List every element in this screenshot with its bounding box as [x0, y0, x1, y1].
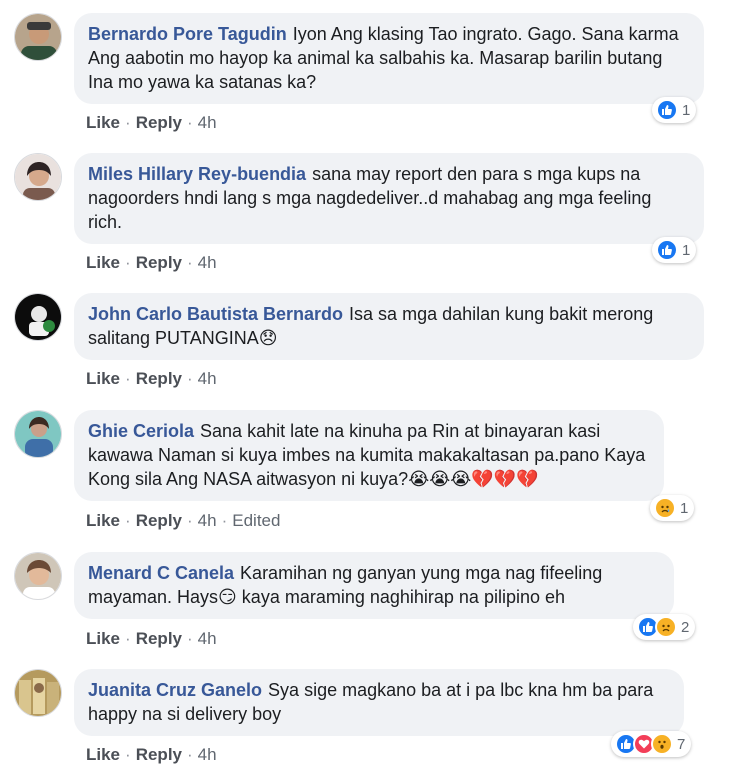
- avatar[interactable]: [14, 552, 62, 600]
- comment-author[interactable]: John Carlo Bautista Bernardo: [88, 304, 343, 324]
- like-link[interactable]: Like: [86, 745, 120, 764]
- avatar[interactable]: [14, 153, 62, 201]
- like-link[interactable]: Like: [86, 369, 120, 388]
- reply-link[interactable]: Reply: [136, 511, 182, 530]
- like-icon: [656, 99, 678, 121]
- like-link[interactable]: Like: [86, 629, 120, 648]
- comment-time[interactable]: 4h: [198, 511, 217, 530]
- comment-time[interactable]: 4h: [198, 369, 217, 388]
- comment-author[interactable]: Menard C Canela: [88, 563, 234, 583]
- comment-bubble: Juanita Cruz Ganelo Sya sige magkano ba a…: [74, 669, 684, 736]
- reactions-badge[interactable]: 1: [650, 495, 695, 521]
- reaction-count: 1: [680, 499, 689, 517]
- like-link[interactable]: Like: [86, 113, 120, 132]
- comment-bubble: Miles Hillary Rey-buendia sana may report…: [74, 153, 704, 244]
- reply-link[interactable]: Reply: [136, 253, 182, 272]
- comment-actions: Like · Reply · 4h: [86, 369, 217, 388]
- comment-author[interactable]: Miles Hillary Rey-buendia: [88, 164, 306, 184]
- like-icon: [656, 239, 678, 261]
- edited-label[interactable]: Edited: [232, 511, 280, 530]
- comment-actions: Like · Reply · 4h: [86, 253, 217, 272]
- reply-link[interactable]: Reply: [136, 745, 182, 764]
- reactions-badge[interactable]: 1: [652, 97, 697, 123]
- comment-actions: Like · Reply · 4h · Edited: [86, 511, 281, 530]
- comment-bubble: John Carlo Bautista Bernardo Isa sa mga d…: [74, 293, 704, 360]
- avatar[interactable]: [14, 13, 62, 61]
- reply-link[interactable]: Reply: [136, 629, 182, 648]
- comment-time[interactable]: 4h: [198, 113, 217, 132]
- reactions-badge[interactable]: 1: [652, 237, 697, 263]
- avatar[interactable]: [14, 293, 62, 341]
- like-link[interactable]: Like: [86, 253, 120, 272]
- comment-bubble: Bernardo Pore Tagudin Iyon Ang klasing Ta…: [74, 13, 704, 104]
- comment-actions: Like · Reply · 4h: [86, 745, 217, 764]
- avatar[interactable]: [14, 410, 62, 458]
- comment-time[interactable]: 4h: [198, 253, 217, 272]
- sad-icon: [654, 497, 676, 519]
- reply-link[interactable]: Reply: [136, 369, 182, 388]
- comment-author[interactable]: Ghie Ceriola: [88, 421, 194, 441]
- comment-actions: Like · Reply · 4h: [86, 113, 217, 132]
- reaction-count: 1: [682, 241, 691, 259]
- reactions-badge[interactable]: 7: [611, 731, 692, 757]
- sad-icon: [655, 616, 677, 638]
- reaction-count: 2: [681, 618, 690, 636]
- comment-author[interactable]: Bernardo Pore Tagudin: [88, 24, 287, 44]
- comment-bubble: Ghie Ceriola Sana kahit late na kinuha pa…: [74, 410, 664, 501]
- reaction-count: 7: [677, 735, 686, 753]
- comment-author[interactable]: Juanita Cruz Ganelo: [88, 680, 262, 700]
- comment-actions: Like · Reply · 4h: [86, 629, 217, 648]
- avatar[interactable]: [14, 669, 62, 717]
- reply-link[interactable]: Reply: [136, 113, 182, 132]
- comment-time[interactable]: 4h: [198, 629, 217, 648]
- comment-bubble: Menard C Canela Karamihan ng ganyan yung …: [74, 552, 674, 619]
- wow-icon: [651, 733, 673, 755]
- reaction-count: 1: [682, 101, 691, 119]
- like-link[interactable]: Like: [86, 511, 120, 530]
- comment-time[interactable]: 4h: [198, 745, 217, 764]
- reactions-badge[interactable]: 2: [633, 614, 696, 640]
